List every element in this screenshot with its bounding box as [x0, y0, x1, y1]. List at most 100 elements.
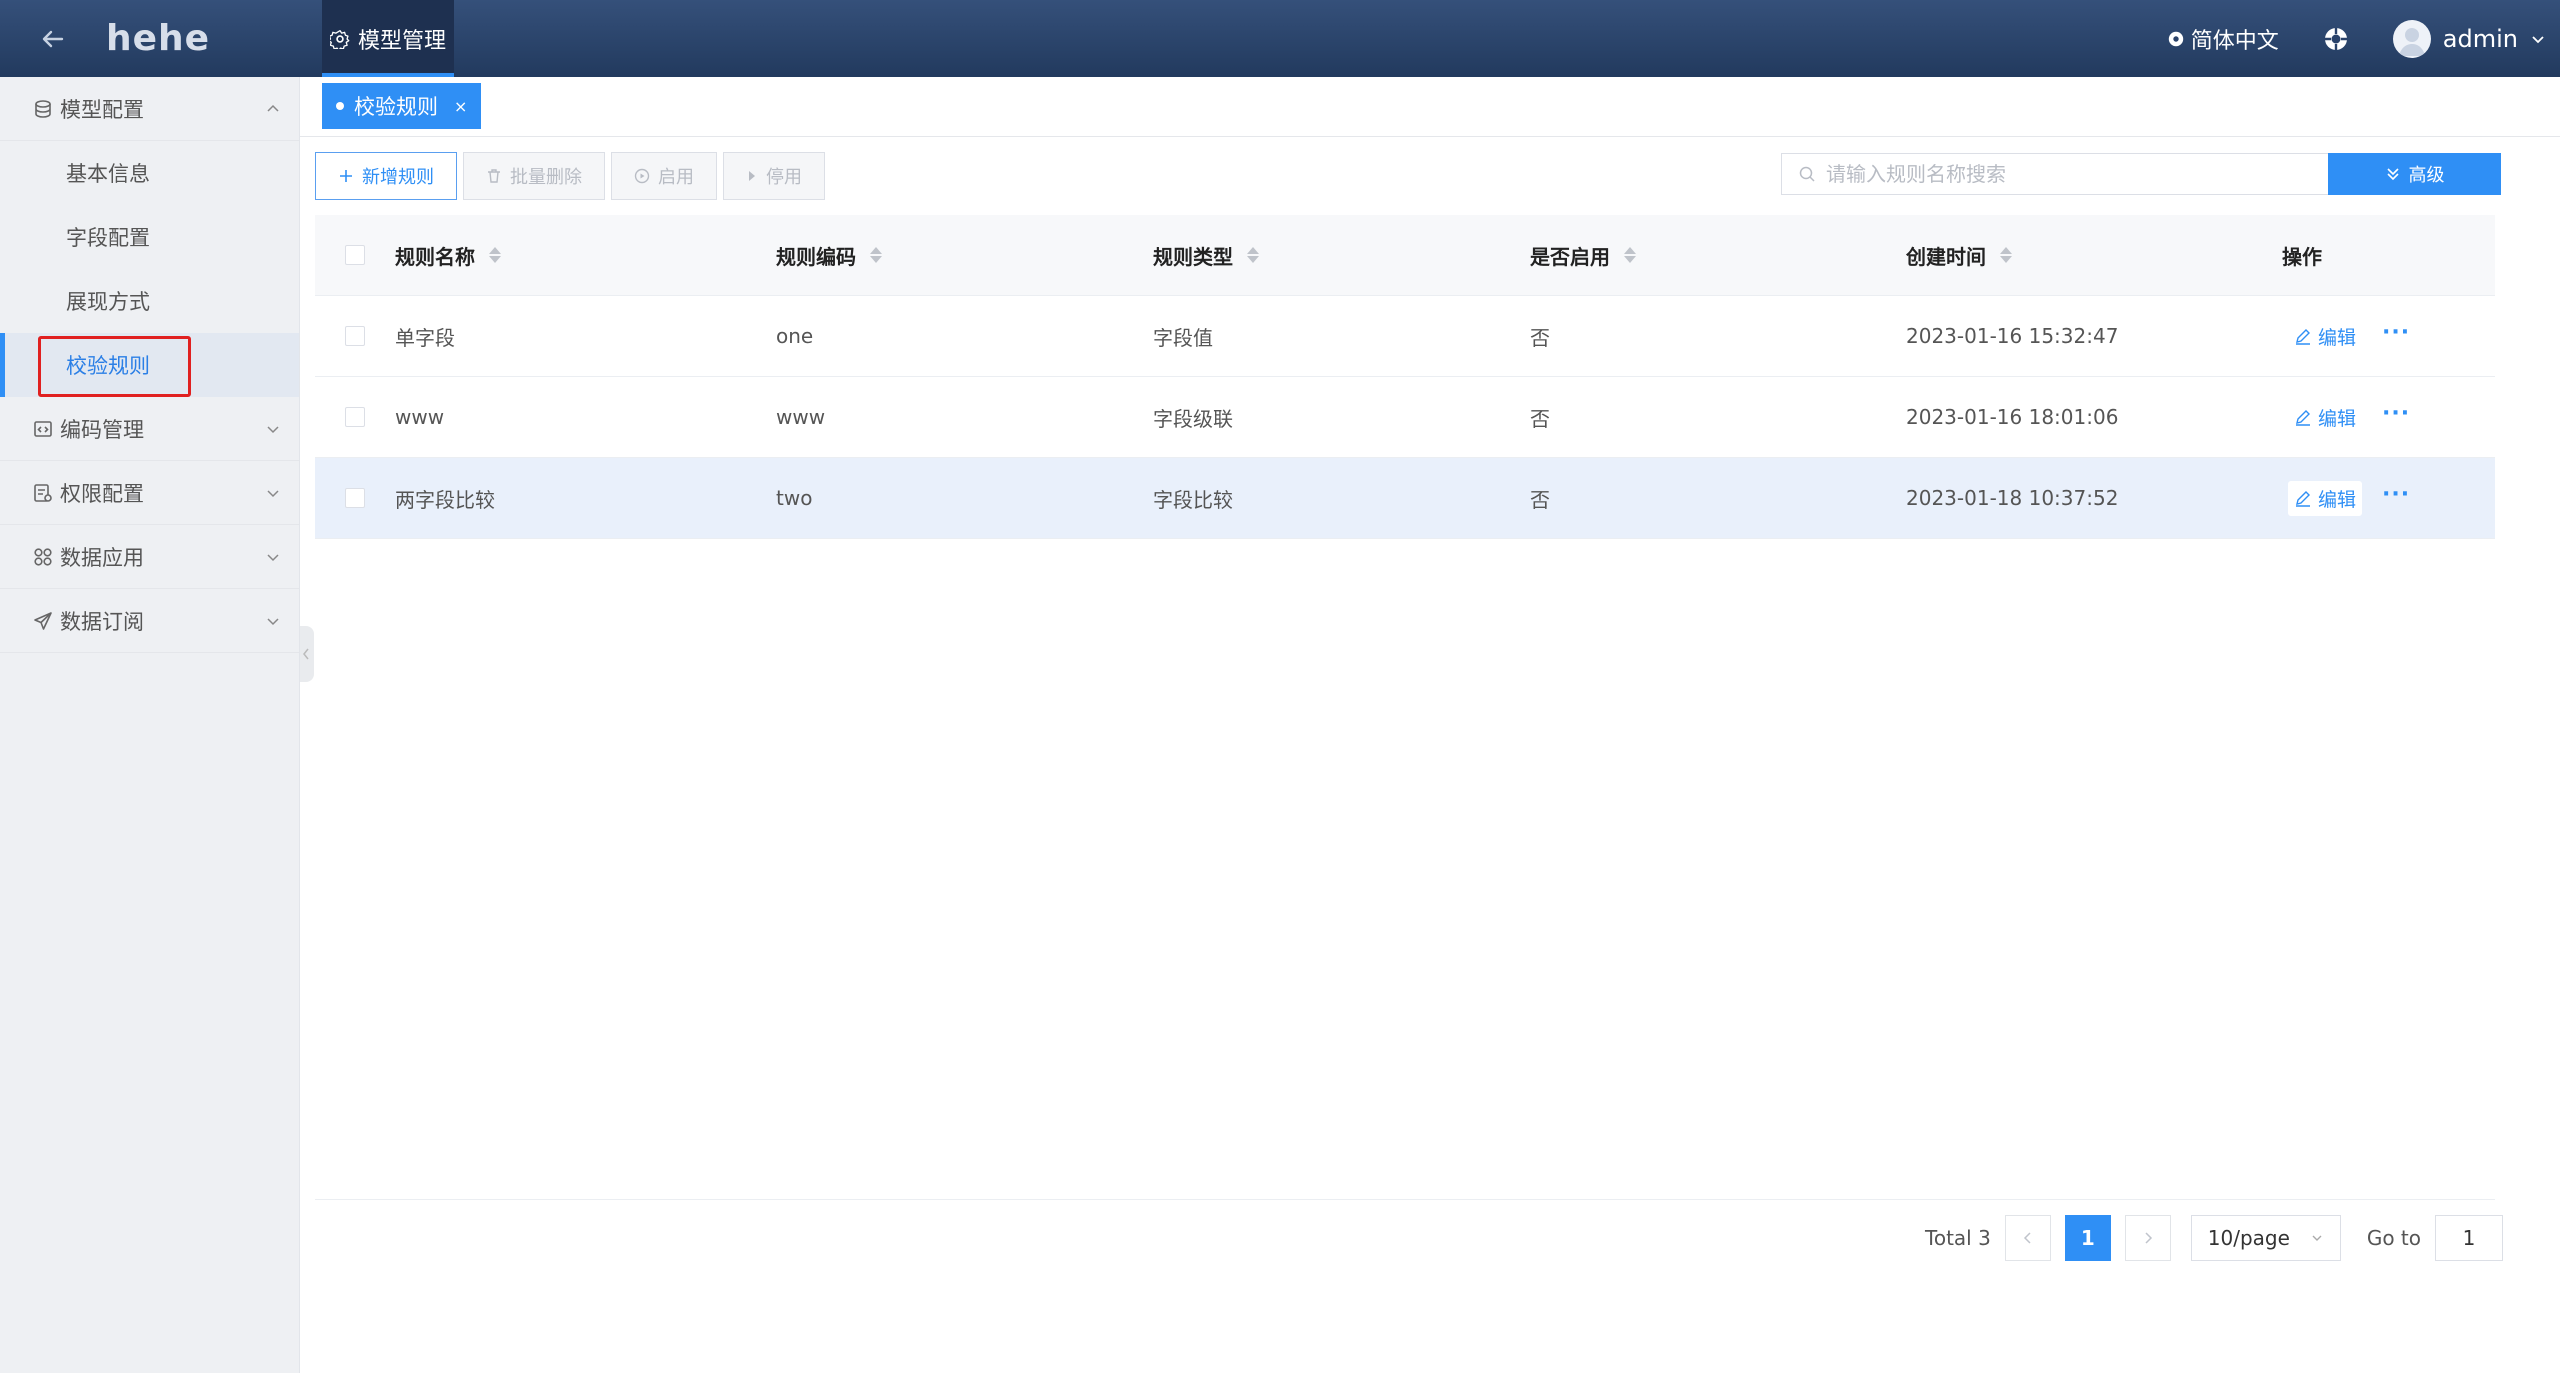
sidebar-group-data-subscription[interactable]: 数据订阅: [0, 589, 299, 653]
table-row[interactable]: www www 字段级联 否 2023-01-16 18:01:06 编辑 ··…: [315, 377, 2495, 458]
cell-rule-name: 单字段: [395, 325, 455, 350]
search-input[interactable]: [1826, 162, 2306, 186]
user-menu[interactable]: admin: [2392, 19, 2546, 58]
language-icon: [2168, 31, 2183, 46]
edit-icon: [2296, 329, 2310, 345]
sidebar: 模型配置 基本信息 字段配置 展现方式 校验规则 编码管理 权限配置 数据应用 …: [0, 77, 300, 1373]
column-header-label: 规则编码: [776, 244, 856, 269]
sidebar-group-label: 编码管理: [60, 417, 144, 442]
language-label: 简体中文: [2190, 28, 2279, 54]
trash-icon: [488, 169, 500, 183]
rule-search-box[interactable]: [1781, 153, 2330, 195]
sidebar-group-label: 数据应用: [60, 545, 144, 570]
column-header-rule-name[interactable]: 规则名称: [395, 241, 776, 270]
toolbar: 新增规则 批量删除 启用 停用: [315, 152, 825, 202]
edit-button[interactable]: 编辑: [2288, 480, 2363, 516]
disable-label: 停用: [766, 167, 802, 188]
help-icon[interactable]: [2323, 26, 2349, 52]
edit-label: 编辑: [2318, 407, 2357, 430]
language-switcher[interactable]: 简体中文: [2167, 23, 2279, 55]
send-icon: [34, 611, 52, 630]
sidebar-group-data-apps[interactable]: 数据应用: [0, 525, 299, 589]
column-header-created-time[interactable]: 创建时间: [1906, 241, 2282, 270]
more-actions-button[interactable]: ···: [2382, 320, 2410, 345]
sort-icon[interactable]: [1624, 247, 1636, 263]
sidebar-group-permission-config[interactable]: 权限配置: [0, 461, 299, 525]
sidebar-item-validation-rules[interactable]: 校验规则: [0, 333, 299, 397]
sidebar-group-code-management[interactable]: 编码管理: [0, 397, 299, 461]
sort-icon[interactable]: [489, 247, 501, 263]
advanced-search-button[interactable]: 高级: [2328, 153, 2501, 195]
cell-rule-type: 字段值: [1153, 325, 1213, 350]
avatar: [2392, 19, 2431, 58]
cell-created-time: 2023-01-16 18:01:06: [1906, 405, 2119, 429]
play-circle-icon: [634, 168, 650, 184]
chevron-up-icon: [267, 104, 279, 112]
edit-button[interactable]: 编辑: [2288, 400, 2362, 435]
table-footer-divider: [315, 1199, 2495, 1200]
module-tab-model-management[interactable]: 模型管理: [322, 0, 455, 77]
more-actions-button[interactable]: ···: [2382, 401, 2410, 426]
row-checkbox[interactable]: [345, 488, 365, 508]
sort-icon[interactable]: [2000, 247, 2012, 263]
username: admin: [2442, 24, 2518, 53]
cell-enabled: 否: [1530, 487, 1550, 512]
rules-table: 规则名称 规则编码 规则类型 是否启用 创建时间 操作 单字段 one 字段值 …: [315, 215, 2495, 539]
enable-button[interactable]: 启用: [611, 152, 717, 200]
chevron-down-icon: [2532, 35, 2544, 43]
sidebar-item-basic-info[interactable]: 基本信息: [0, 141, 299, 205]
next-page-button[interactable]: [2124, 1215, 2171, 1261]
database-icon: [35, 99, 51, 118]
page-size-label: 10/page: [2207, 1226, 2290, 1250]
table-row[interactable]: 单字段 one 字段值 否 2023-01-16 15:32:47 编辑 ···: [315, 296, 2495, 377]
permission-icon: [34, 483, 52, 502]
table-row[interactable]: 两字段比较 two 字段比较 否 2023-01-18 10:37:52 编辑 …: [315, 458, 2495, 539]
batch-delete-button[interactable]: 批量删除: [463, 152, 605, 200]
sidebar-item-field-config[interactable]: 字段配置: [0, 205, 299, 269]
pagination: Total 3 1 10/page Go to 1: [1925, 1215, 2503, 1261]
goto-label: Go to: [2366, 1226, 2421, 1250]
sidebar-item-display-mode[interactable]: 展现方式: [0, 269, 299, 333]
top-header: hehe 模型管理 简体中文 admin: [0, 0, 2560, 77]
edit-icon: [2296, 410, 2310, 426]
chevron-down-icon: [267, 426, 279, 434]
sidebar-collapse-handle[interactable]: [300, 626, 314, 682]
back-arrow-icon[interactable]: [38, 24, 68, 54]
column-header-label: 规则类型: [1153, 244, 1233, 269]
sort-icon[interactable]: [1247, 247, 1259, 263]
row-checkbox[interactable]: [345, 407, 365, 427]
close-icon[interactable]: ×: [454, 97, 467, 116]
edit-button[interactable]: 编辑: [2288, 319, 2362, 354]
cell-rule-code: www: [776, 405, 826, 429]
column-header-actions: 操作: [2282, 241, 2495, 270]
select-all-checkbox[interactable]: [345, 245, 365, 265]
edit-label: 编辑: [2318, 488, 2357, 511]
prev-page-button[interactable]: [2004, 1215, 2051, 1261]
column-header-label: 操作: [2282, 244, 2322, 269]
column-header-label: 规则名称: [395, 244, 475, 269]
cell-rule-type: 字段比较: [1153, 487, 1233, 512]
edit-label: 编辑: [2318, 326, 2357, 349]
column-header-rule-type[interactable]: 规则类型: [1153, 241, 1530, 270]
add-rule-button[interactable]: 新增规则: [315, 152, 457, 200]
active-dot-icon: [336, 102, 344, 110]
sidebar-group-label: 数据订阅: [60, 609, 144, 634]
more-actions-button[interactable]: ···: [2382, 482, 2410, 507]
sidebar-group-model-config[interactable]: 模型配置: [0, 77, 299, 141]
goto-page-input[interactable]: 1: [2435, 1215, 2503, 1261]
column-header-rule-code[interactable]: 规则编码: [776, 241, 1153, 270]
plus-icon: [340, 170, 352, 182]
disable-button[interactable]: 停用: [723, 152, 825, 200]
page-tab-label: 校验规则: [354, 95, 438, 119]
page-tab-validation-rules[interactable]: 校验规则 ×: [322, 83, 482, 129]
column-header-enabled[interactable]: 是否启用: [1530, 241, 1906, 270]
cell-rule-name: 两字段比较: [395, 487, 495, 512]
table-header-row: 规则名称 规则编码 规则类型 是否启用 创建时间 操作: [315, 215, 2495, 296]
page-number-current[interactable]: 1: [2064, 1215, 2111, 1261]
page-size-select[interactable]: 10/page: [2190, 1215, 2341, 1261]
sort-icon[interactable]: [870, 247, 882, 263]
chevron-down-icon: [267, 490, 279, 498]
cell-rule-code: two: [776, 486, 813, 510]
row-checkbox[interactable]: [345, 326, 365, 346]
caret-right-icon: [749, 171, 755, 181]
